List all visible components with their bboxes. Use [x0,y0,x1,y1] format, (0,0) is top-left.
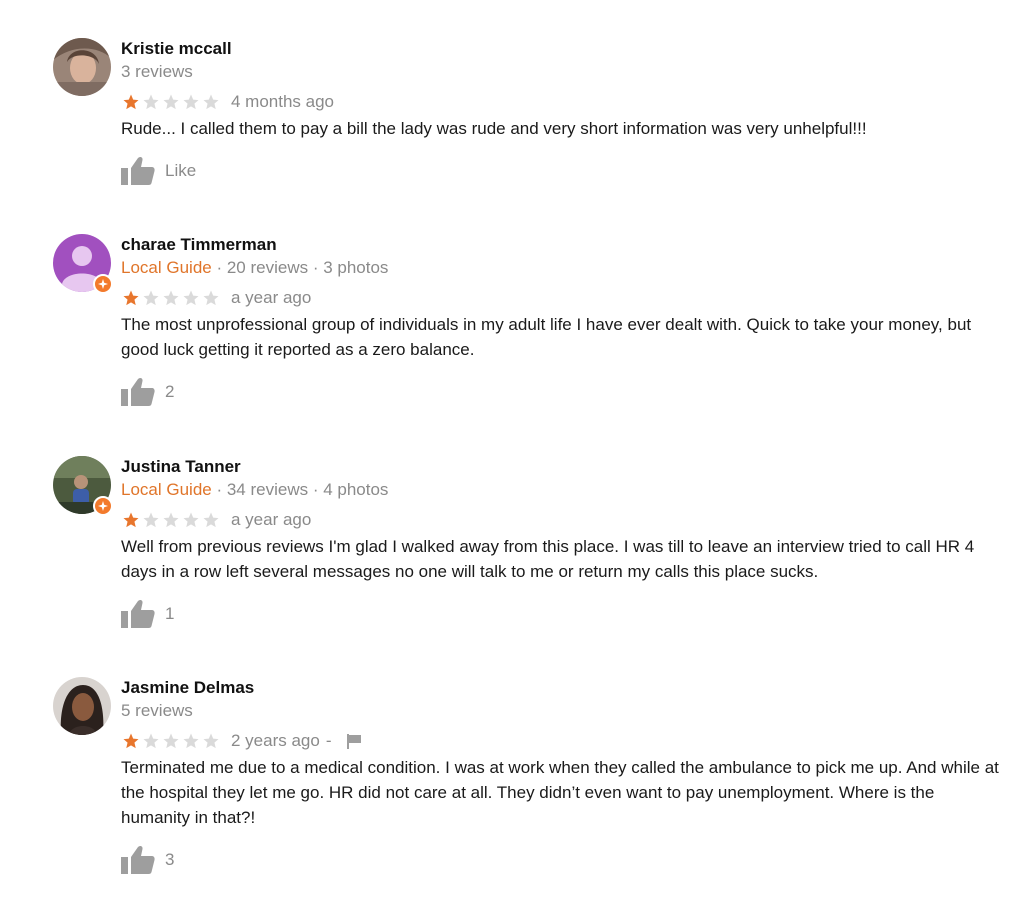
star-empty-icon [143,512,159,528]
star-empty-icon [203,733,219,749]
review-count: 3 reviews [121,62,193,81]
star-empty-icon [203,512,219,528]
time-separator: - [325,731,332,750]
star-empty-icon [183,512,199,528]
star-empty-icon [143,290,159,306]
rating-row: a year ago [121,288,1001,308]
star-empty-icon [203,290,219,306]
star-filled-icon [123,94,139,110]
reviewer-name[interactable]: Jasmine Delmas [121,678,1001,698]
local-guide-label[interactable]: Local Guide [121,258,212,277]
avatar[interactable] [53,38,111,96]
review-time: 2 years ago [231,731,320,750]
thumbs-up-icon [121,377,155,406]
star-empty-icon [163,512,179,528]
review-time: a year ago [231,288,312,307]
star-empty-icon [163,290,179,306]
like-label: Like [165,161,197,180]
reviewer-meta: 3 reviews [121,62,1001,82]
like-count: 1 [165,604,175,623]
local-guide-badge-icon [93,496,113,516]
star-empty-icon [163,733,179,749]
review-count: · 34 reviews · 4 photos [211,480,389,499]
star-empty-icon [143,94,159,110]
review-text: Rude... I called them to pay a bill the … [121,119,867,138]
like-count: 2 [165,382,175,401]
star-rating [121,289,221,307]
rating-row: a year ago [121,510,1001,530]
like-button[interactable]: 2 [121,376,1001,408]
like-count: 3 [165,850,175,869]
thumbs-up-icon [121,845,155,874]
review-time: a year ago [231,510,312,529]
star-empty-icon [183,733,199,749]
reviewer-name[interactable]: charae Timmerman [121,235,1001,255]
thumbs-up-icon [121,599,155,628]
rating-row: 2 years ago - [121,731,1001,751]
star-empty-icon [163,94,179,110]
avatar[interactable] [53,456,113,516]
review-count: 5 reviews [121,701,193,720]
star-rating [121,93,221,111]
thumbs-up-icon [121,156,155,185]
reviewer-name[interactable]: Kristie mccall [121,39,1001,59]
avatar[interactable] [53,234,113,294]
star-empty-icon [183,290,199,306]
review-text: Terminated me due to a medical condition… [121,758,999,827]
review-time: 4 months ago [231,92,335,111]
like-button[interactable]: 3 [121,844,1001,876]
star-filled-icon [123,733,139,749]
local-guide-label[interactable]: Local Guide [121,480,212,499]
star-empty-icon [203,94,219,110]
star-empty-icon [183,94,199,110]
local-guide-badge-icon [93,274,113,294]
star-rating [121,511,221,529]
rating-row: 4 months ago [121,92,1001,112]
star-filled-icon [123,290,139,306]
flag-icon[interactable] [346,733,362,749]
like-button[interactable]: 1 [121,598,1001,630]
reviewer-meta: Local Guide · 34 reviews · 4 photos [121,480,1001,500]
star-empty-icon [143,733,159,749]
reviewer-meta: Local Guide · 20 reviews · 3 photos [121,258,1001,278]
review-text: Well from previous reviews I'm glad I wa… [121,537,975,581]
review-text: The most unprofessional group of individ… [121,315,972,359]
like-button[interactable]: Like [121,155,1001,187]
reviewer-meta: 5 reviews [121,701,1001,721]
avatar[interactable] [53,677,111,735]
star-filled-icon [123,512,139,528]
reviewer-name[interactable]: Justina Tanner [121,457,1001,477]
review-count: · 20 reviews · 3 photos [211,258,389,277]
star-rating [121,732,221,750]
